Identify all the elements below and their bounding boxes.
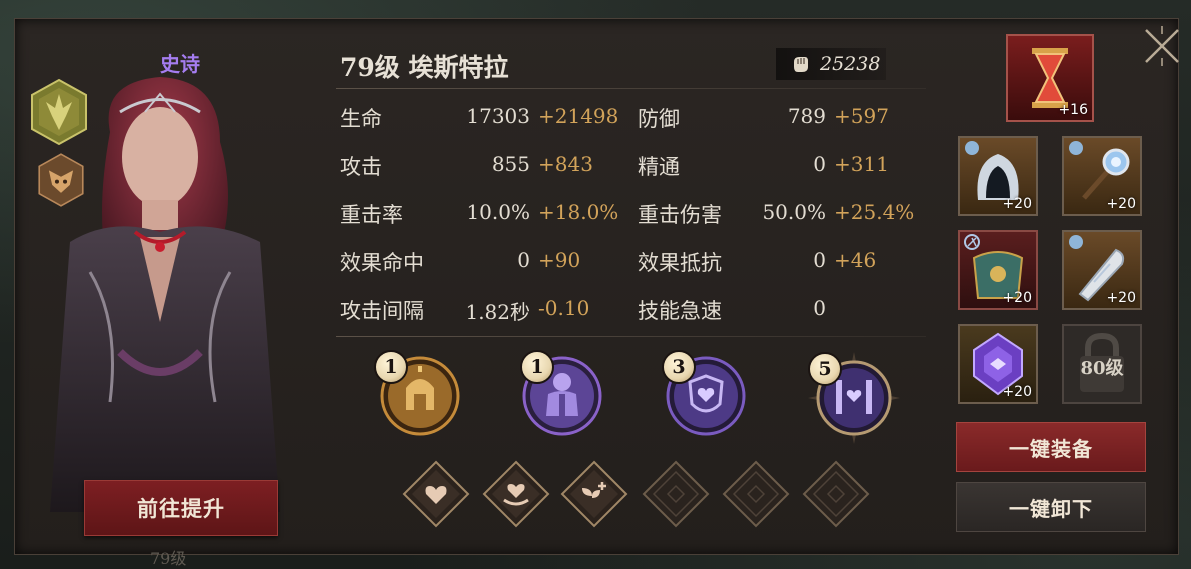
equip-slot-gem[interactable]: +20 <box>958 324 1038 404</box>
equip-slot-bracer[interactable]: +20 <box>1062 230 1142 310</box>
stat-base: 0 <box>813 296 826 320</box>
unequip-all-button[interactable]: 一键卸下 <box>956 482 1146 532</box>
stat-base: 1.82秒 <box>465 300 530 324</box>
skill-level-badge: 3 <box>662 350 696 384</box>
stat-label: 精通 <box>638 155 680 179</box>
rune-slot-sprout[interactable] <box>560 460 628 528</box>
combat-power-value: 25238 <box>820 53 881 75</box>
stat-label: 生命 <box>340 107 382 131</box>
equip-level: +20 <box>1002 196 1032 212</box>
stat-bonus: +90 <box>538 248 581 272</box>
equip-level: +20 <box>1002 384 1032 400</box>
stat-base: 0 <box>813 152 826 176</box>
skill-level-badge: 1 <box>374 350 408 384</box>
stat-base: 855 <box>491 152 530 176</box>
equip-slot-scepter[interactable]: +20 <box>1062 136 1142 216</box>
stat-label: 攻击 <box>340 155 382 179</box>
stat-bonus: +18.0% <box>538 200 619 224</box>
stat-label: 效果命中 <box>340 251 424 275</box>
divider <box>336 88 926 89</box>
stat-base: 0 <box>813 248 826 272</box>
skill-slot[interactable]: 1 <box>374 350 462 436</box>
stat-label: 重击伤害 <box>638 203 722 227</box>
unlock-level-label: 80级 <box>1080 358 1124 379</box>
hero-name-level: 79级 埃斯特拉 <box>340 53 509 82</box>
equip-slot-helmet[interactable]: +20 <box>958 136 1038 216</box>
equip-level: +16 <box>1058 102 1088 118</box>
equip-all-button[interactable]: 一键装备 <box>956 422 1146 472</box>
skill-level-badge: 1 <box>520 350 554 384</box>
stat-bonus: +21498 <box>538 104 619 128</box>
equip-slot-armor[interactable]: +20 <box>958 230 1038 310</box>
stat-label: 技能急速 <box>638 299 722 323</box>
stat-base: 789 <box>787 104 826 128</box>
stat-bonus: +597 <box>834 104 889 128</box>
close-icon[interactable] <box>1140 24 1184 68</box>
stat-base: 50.0% <box>762 200 826 224</box>
hero-portrait <box>50 77 280 512</box>
stat-label: 效果抵抗 <box>638 251 722 275</box>
equip-level: +20 <box>1106 290 1136 306</box>
stat-label: 攻击间隔 <box>340 299 424 323</box>
equip-level: +20 <box>1106 196 1136 212</box>
stat-bonus: -0.10 <box>538 296 590 320</box>
stat-base: 10.0% <box>466 200 530 224</box>
fist-icon <box>794 57 808 72</box>
stat-base: 0 <box>517 248 530 272</box>
stat-label: 防御 <box>638 107 680 131</box>
divider <box>336 336 926 337</box>
equip-level: +20 <box>1002 290 1032 306</box>
skill-level-badge: 5 <box>808 352 842 386</box>
stat-label: 重击率 <box>340 203 403 227</box>
combat-power: 25238 <box>776 48 886 80</box>
skill-slot[interactable]: 3 <box>662 350 748 436</box>
rune-slot-heart[interactable] <box>402 460 470 528</box>
stat-bonus: +46 <box>834 248 877 272</box>
stat-bonus: +25.4% <box>834 200 915 224</box>
stat-base: 17303 <box>466 104 530 128</box>
stat-bonus: +843 <box>538 152 593 176</box>
rune-slot-empty[interactable] <box>642 460 710 528</box>
go-upgrade-button[interactable]: 前往提升 <box>84 480 278 536</box>
skill-slot[interactable]: 5 <box>806 350 902 446</box>
background-level-text: 79级 <box>150 549 187 568</box>
rune-slot-heart-hand[interactable] <box>482 460 550 528</box>
rune-slot-empty[interactable] <box>802 460 870 528</box>
skill-slot[interactable]: 1 <box>520 350 604 436</box>
rune-slot-empty[interactable] <box>722 460 790 528</box>
equip-slot-locked[interactable]: 80级 <box>1062 324 1142 404</box>
stat-bonus: +311 <box>834 152 889 176</box>
equip-slot-hourglass[interactable]: +16 <box>1006 34 1094 122</box>
